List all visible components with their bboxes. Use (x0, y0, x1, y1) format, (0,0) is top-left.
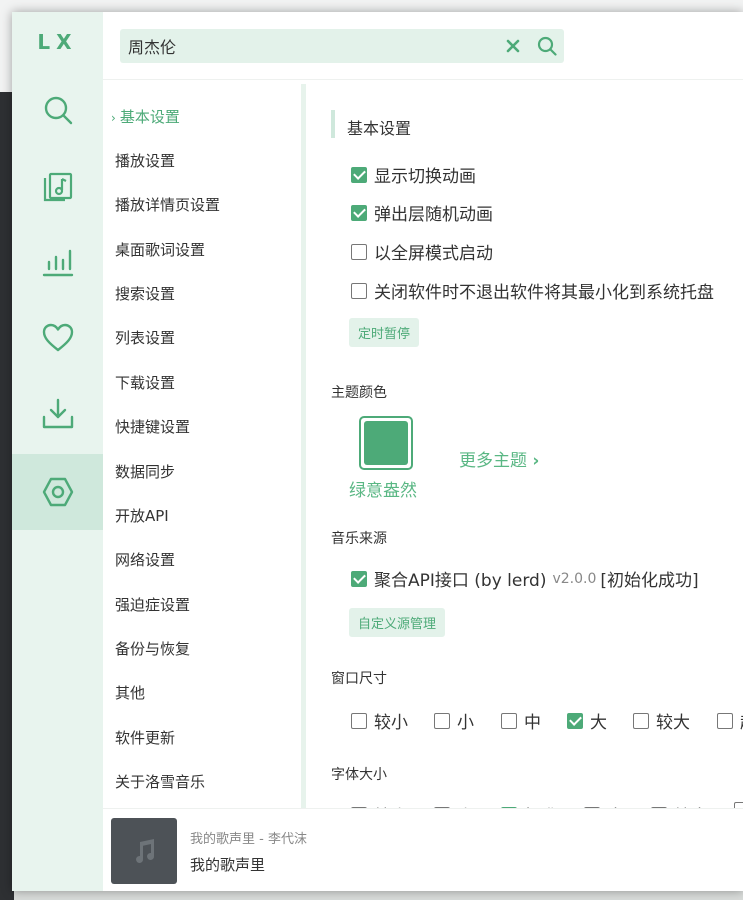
option-label: 弹出层随机动画 (374, 205, 493, 225)
menu-item-open-api[interactable]: 开放API (115, 505, 169, 526)
settings-hexagon-icon (42, 477, 73, 507)
checkbox[interactable] (633, 712, 649, 729)
settings-window: LX 周杰伦 › 基本设置 播放设置 播放详情页设置 桌面歌词设置 搜索设置 列… (12, 12, 743, 891)
option-label: 大 (590, 713, 607, 733)
option-label: 中 (524, 713, 541, 733)
source-name: 聚合API接口 (by lerd) (374, 571, 547, 591)
menu-item-list[interactable]: 列表设置 (115, 327, 175, 348)
nav-my-list[interactable] (12, 300, 103, 376)
music-note-icon (136, 839, 155, 863)
checkbox[interactable] (567, 712, 583, 729)
timer-pause-button[interactable]: 定时暂停 (349, 318, 420, 347)
player-bar: 我的歌声里 - 李代沫 我的歌声里 (103, 808, 743, 891)
nav-songlist[interactable] (12, 148, 103, 224)
settings-panel: 基本设置 显示切换动画 弹出层随机动画 以全屏模式启动 关闭软件时不退出软件将其… (309, 80, 743, 808)
search-input[interactable] (120, 29, 496, 63)
checkbox[interactable] (351, 204, 367, 221)
menu-item-update[interactable]: 软件更新 (115, 727, 175, 748)
download-icon (42, 398, 73, 429)
option-show-animation[interactable]: 显示切换动画 (351, 162, 476, 187)
option-popup-random-animation[interactable]: 弹出层随机动画 (351, 200, 493, 225)
search-icon (537, 36, 557, 56)
music-note-icon (43, 172, 72, 202)
nav-search[interactable] (12, 72, 103, 148)
window-size-medium[interactable]: 中 (501, 708, 541, 733)
theme-color-label: 主题颜色 (331, 385, 387, 401)
menu-item-play-detail[interactable]: 播放详情页设置 (115, 194, 220, 215)
icon-sidebar: LX (12, 12, 103, 891)
player-song-subtitle: 我的歌声里 - 李代沫 (190, 832, 307, 847)
option-fullscreen-start[interactable]: 以全屏模式启动 (351, 239, 493, 264)
menu-item-play[interactable]: 播放设置 (115, 150, 175, 171)
source-version: v2.0.0 (552, 570, 597, 587)
window-size-extra[interactable]: 超 (717, 708, 743, 733)
option-minimize-to-tray[interactable]: 关闭软件时不退出软件将其最小化到系统托盘 (351, 278, 714, 303)
menu-item-label: 基本设置 (119, 108, 180, 126)
checkbox[interactable] (351, 570, 367, 587)
option-label: 以全屏模式启动 (374, 244, 493, 264)
nav-settings[interactable] (12, 454, 103, 530)
chevron-right-icon: › (532, 451, 540, 471)
source-status: [初始化成功] (600, 571, 699, 591)
window-size-large[interactable]: 大 (567, 708, 607, 733)
player-song-title[interactable]: 我的歌声里 (190, 854, 265, 875)
window-size-larger[interactable]: 较大 (633, 708, 690, 733)
window-size-label: 窗口尺寸 (331, 671, 387, 687)
nav-download[interactable] (12, 376, 103, 452)
custom-source-manage-button[interactable]: 自定义源管理 (349, 608, 446, 637)
checkbox[interactable] (434, 712, 450, 729)
theme-swatch-selected[interactable] (359, 416, 413, 470)
menu-item-about[interactable]: 关于洛雪音乐 (115, 771, 205, 792)
checkbox[interactable] (351, 712, 367, 729)
more-themes-label: 更多主题 (459, 451, 527, 471)
checkbox[interactable] (351, 166, 367, 183)
menu-item-ocd[interactable]: 强迫症设置 (115, 594, 190, 615)
source-option[interactable]: 聚合API接口 (by lerd) v2.0.0 [初始化成功] (351, 566, 699, 591)
option-label: 小 (457, 713, 474, 733)
menu-item-download[interactable]: 下载设置 (115, 372, 175, 393)
menu-item-sync[interactable]: 数据同步 (115, 461, 175, 482)
background-app-bottom (14, 890, 743, 900)
menu-item-hotkey[interactable]: 快捷键设置 (115, 416, 190, 437)
close-icon (506, 39, 520, 53)
theme-name: 绿意盎然 (349, 481, 417, 501)
menu-item-other[interactable]: 其他 (115, 682, 145, 703)
menu-item-basic[interactable]: › 基本设置 (111, 106, 180, 127)
more-themes-link[interactable]: 更多主题 › (459, 446, 539, 471)
section-title: 基本设置 (347, 119, 412, 138)
checkbox[interactable] (501, 712, 517, 729)
menu-scrollbar[interactable] (301, 84, 306, 808)
app-logo: LX (37, 30, 78, 54)
section-accent-bar (331, 110, 335, 138)
heart-icon (42, 323, 73, 352)
checkbox[interactable] (351, 243, 367, 260)
menu-item-desktop-lyric[interactable]: 桌面歌词设置 (115, 239, 205, 260)
album-cover[interactable] (111, 818, 177, 884)
checkbox[interactable] (717, 712, 733, 729)
checkbox[interactable] (351, 282, 367, 299)
menu-item-network[interactable]: 网络设置 (115, 549, 175, 570)
window-size-small[interactable]: 小 (434, 708, 474, 733)
chevron-right-icon: › (111, 111, 116, 125)
bar-chart-icon (42, 249, 73, 277)
font-size-label: 字体大小 (331, 767, 387, 783)
option-label: 关闭软件时不退出软件将其最小化到系统托盘 (374, 283, 714, 303)
search-button[interactable] (530, 29, 564, 63)
option-label: 较小 (374, 713, 408, 733)
option-label: 较大 (656, 713, 690, 733)
menu-item-search[interactable]: 搜索设置 (115, 283, 175, 304)
search-icon (44, 96, 72, 125)
theme-swatch-color (364, 421, 408, 465)
clear-search-button[interactable] (496, 29, 530, 63)
settings-menu: › 基本设置 播放设置 播放详情页设置 桌面歌词设置 搜索设置 列表设置 下载设置… (103, 80, 303, 808)
window-size-smaller[interactable]: 较小 (351, 708, 408, 733)
search-box (120, 29, 564, 63)
menu-item-backup[interactable]: 备份与恢复 (115, 638, 190, 659)
music-source-label: 音乐来源 (331, 531, 387, 547)
option-label: 显示切换动画 (374, 167, 476, 187)
content-area: ›基本设置 播放设置 播放详情页设置 桌面歌词设置 搜索设置 列表设置 下载设置… (103, 12, 743, 891)
nav-leaderboard[interactable] (12, 224, 103, 300)
